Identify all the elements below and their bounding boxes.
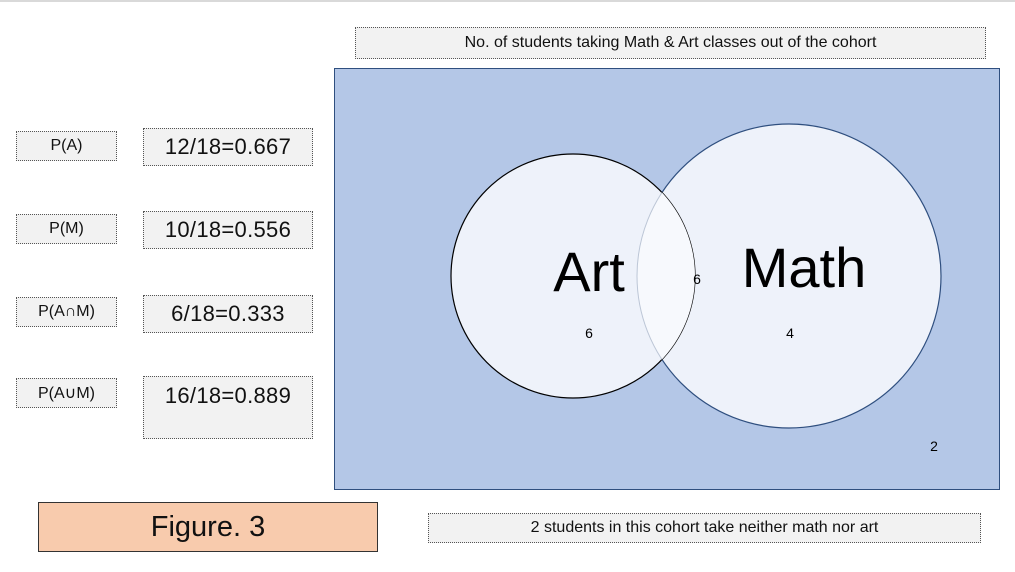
art-label: Art [553, 240, 625, 303]
neither-count: 2 [930, 438, 938, 454]
venn-diagram: Art Math 6 6 4 2 [450, 123, 942, 454]
prob-value-m: 10/18=0.556 [143, 211, 313, 249]
prob-value-a-and-m: 6/18=0.333 [143, 295, 313, 333]
art-only-count: 6 [585, 325, 593, 341]
prob-value-a-or-m: 16/18=0.889 [143, 376, 313, 439]
venn-universe: Art Math 6 6 4 2 [334, 68, 1000, 490]
prob-label-a: P(A) [16, 131, 117, 161]
prob-label-a-and-m: P(A∩M) [16, 297, 117, 327]
math-label: Math [742, 236, 867, 299]
neither-caption: 2 students in this cohort take neither m… [428, 513, 981, 543]
diagram-title: No. of students taking Math & Art classe… [355, 27, 986, 59]
top-divider [0, 0, 1015, 2]
prob-value-a: 12/18=0.667 [143, 128, 313, 166]
prob-label-m: P(M) [16, 214, 117, 244]
intersection-count: 6 [693, 271, 701, 287]
math-only-count: 4 [786, 325, 794, 341]
figure-label: Figure. 3 [38, 502, 378, 552]
prob-label-a-or-m: P(A∪M) [16, 378, 117, 408]
